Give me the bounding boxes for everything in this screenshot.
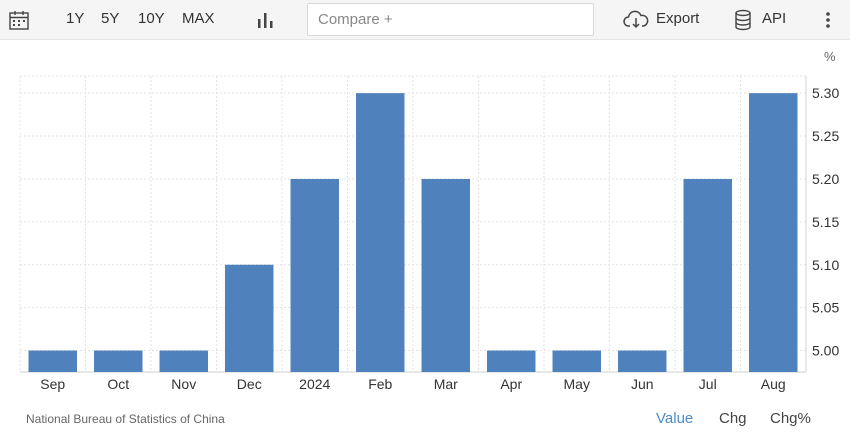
bar-chart: 5.00 5.05 5.10 5.15 5.20 5.25 5.30 Sep Oct Nov Dec… xyxy=(19,75,839,392)
bar-aug[interactable] xyxy=(749,93,798,372)
mode-chg-button[interactable]: Chg xyxy=(719,410,747,427)
x-tick-label: Feb xyxy=(368,376,392,392)
x-tick-label: Nov xyxy=(171,376,196,392)
mode-chg-pct-button[interactable]: Chg% xyxy=(770,410,811,427)
x-tick-label: Jun xyxy=(631,376,654,392)
y-tick-label: 5.30 xyxy=(812,85,839,101)
bar-mar[interactable] xyxy=(421,178,470,372)
bar-apr[interactable] xyxy=(487,350,536,372)
mode-value-button[interactable]: Value xyxy=(656,410,693,427)
bar-feb[interactable] xyxy=(356,93,405,372)
x-tick-label: Jul xyxy=(699,376,717,392)
x-tick-label: 2024 xyxy=(299,376,330,392)
y-tick-label: 5.15 xyxy=(812,214,839,230)
y-tick-label: 5.10 xyxy=(812,257,839,273)
x-tick-label: Dec xyxy=(237,376,262,392)
bar-jun[interactable] xyxy=(618,350,667,372)
y-tick-label: 5.25 xyxy=(812,128,839,144)
bar-2024[interactable] xyxy=(290,178,339,372)
bar-sep[interactable] xyxy=(28,350,77,372)
source-label: National Bureau of Statistics of China xyxy=(26,412,225,426)
bar-oct[interactable] xyxy=(94,350,143,372)
x-tick-label: Aug xyxy=(761,376,786,392)
bar-nov[interactable] xyxy=(159,350,208,372)
x-tick-label: Mar xyxy=(434,376,458,392)
x-tick-label: Apr xyxy=(500,376,522,392)
x-tick-label: May xyxy=(564,376,590,392)
bar-jul[interactable] xyxy=(683,178,732,372)
y-tick-label: 5.05 xyxy=(812,300,839,316)
x-tick-label: Oct xyxy=(107,376,129,392)
y-tick-label: 5.00 xyxy=(812,343,839,359)
y-tick-label: 5.20 xyxy=(812,171,839,187)
bar-may[interactable] xyxy=(552,350,601,372)
x-tick-label: Sep xyxy=(40,376,65,392)
bar-dec[interactable] xyxy=(225,264,274,372)
